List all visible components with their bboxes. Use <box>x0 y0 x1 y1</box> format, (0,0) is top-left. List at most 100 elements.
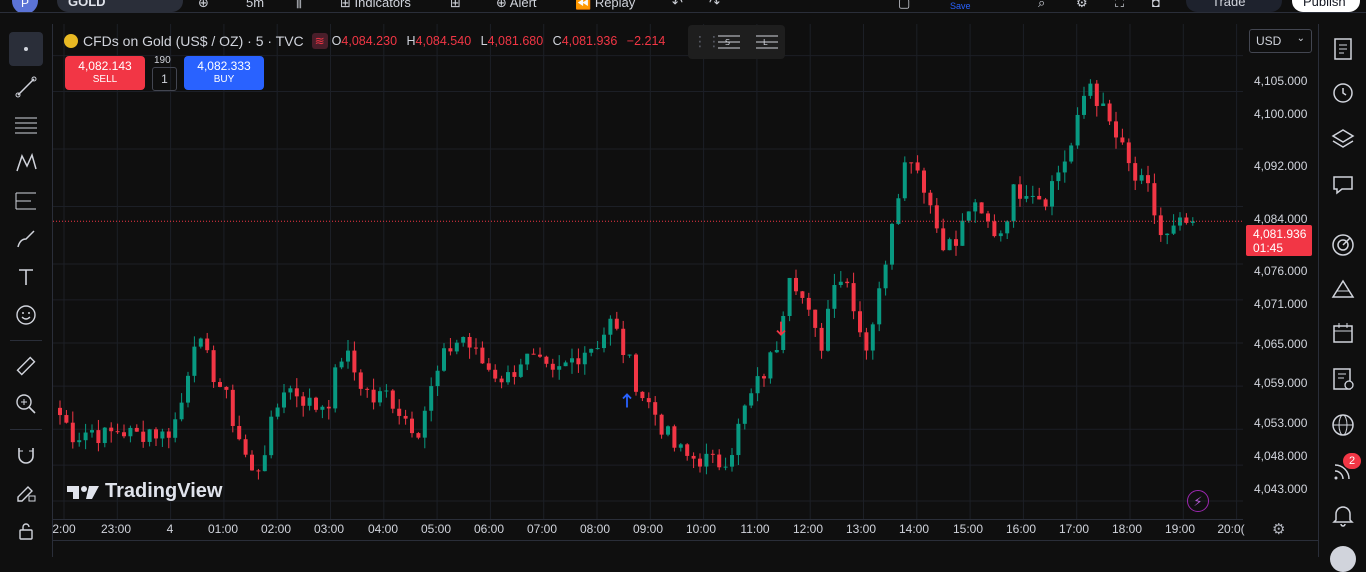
magnet-tool[interactable] <box>9 438 43 472</box>
redo-icon[interactable]: ↷ <box>709 0 720 11</box>
candle-body <box>250 454 254 471</box>
user-avatar[interactable]: P <box>12 0 38 12</box>
layers-icon[interactable] <box>1330 126 1356 152</box>
cursor-tool[interactable] <box>9 32 43 66</box>
text-tool[interactable] <box>9 260 43 294</box>
chart-pane[interactable] <box>53 24 1243 519</box>
stay-drawing-tool[interactable] <box>9 476 43 510</box>
lock-tool[interactable] <box>9 514 43 548</box>
undo-icon[interactable]: ↶ <box>672 0 683 11</box>
watchlist-icon[interactable] <box>1330 36 1356 62</box>
time-tick: 4 <box>166 522 174 536</box>
publish-button[interactable]: Publish <box>1292 0 1360 12</box>
time-tick: 04:00 <box>367 522 399 536</box>
candle-body <box>122 432 126 437</box>
screenshot-icon[interactable]: ◘ <box>1152 0 1160 10</box>
more-button[interactable] <box>1330 546 1356 572</box>
fib-tool[interactable] <box>9 108 43 142</box>
candle-body <box>1184 217 1189 223</box>
candlestick-chart[interactable] <box>53 24 1243 519</box>
fullscreen-icon[interactable]: ⛶ <box>1115 0 1124 11</box>
candle-body <box>1011 184 1016 222</box>
brush-tool[interactable] <box>9 222 43 256</box>
legend-title[interactable]: CFDs on Gold (US$ / OZ) · 5 · TVC <box>83 33 304 49</box>
candle-body <box>275 407 280 417</box>
buy-button[interactable]: 4,082.333 BUY <box>184 56 264 90</box>
zoom-tool[interactable] <box>9 387 43 421</box>
lines-settings-icon[interactable]: L <box>754 31 780 53</box>
floating-toolbar: ⋮⋮ S L <box>688 25 785 59</box>
candle-body <box>435 370 440 387</box>
measure-tool[interactable] <box>9 349 43 383</box>
settings-icon[interactable]: ⚙ <box>1076 0 1088 11</box>
candle-body <box>1158 215 1163 236</box>
candle-body <box>378 391 382 403</box>
emoji-tool[interactable] <box>9 298 43 332</box>
time-axis[interactable]: 2:00 23:00 4 01:00 02:00 03:00 04:00 05:00 06:00… <box>52 519 1245 540</box>
candle-body <box>1069 145 1074 162</box>
templates-icon[interactable]: ⊞ <box>450 0 461 11</box>
chart-type-icon[interactable]: ⫼ <box>296 0 302 11</box>
candle-body <box>467 336 472 348</box>
close-value: 4,081.936 <box>561 34 618 48</box>
session-settings-icon[interactable]: S <box>716 31 742 53</box>
candle-body <box>883 264 888 289</box>
svg-text:L: L <box>763 38 768 47</box>
time-tick: 01:00 <box>207 522 239 536</box>
quantity-field[interactable]: 1 <box>152 67 177 91</box>
candle-body <box>826 308 830 351</box>
text-icon <box>19 269 33 285</box>
candle-body <box>864 332 869 351</box>
time-tick: 08:00 <box>579 522 611 536</box>
alerts-clock-icon[interactable] <box>1330 80 1356 106</box>
news-icon[interactable] <box>1330 366 1356 392</box>
buy-signal-arrow-icon[interactable] <box>622 393 632 408</box>
candle-body <box>422 410 427 438</box>
candle-body <box>1165 233 1170 236</box>
indicators-button[interactable]: ⊞ Indicators <box>340 0 411 11</box>
symbol-search[interactable]: GOLD <box>57 0 183 12</box>
save-status[interactable]: Save <box>950 1 971 11</box>
price-axis[interactable]: 4,105.000 4,100.000 4,092.000 4,084.000 … <box>1243 24 1318 519</box>
pencil-lock-icon <box>17 486 36 502</box>
patterns-tool[interactable] <box>9 146 43 180</box>
notifications-bell-icon[interactable] <box>1330 502 1356 528</box>
candle-body <box>768 352 773 379</box>
candle-body <box>346 350 350 362</box>
lightning-icon[interactable]: ⚡ <box>1187 490 1209 512</box>
trend-line-tool[interactable] <box>9 70 43 104</box>
replay-button[interactable]: ⏪ Replay <box>575 0 635 11</box>
target-icon[interactable] <box>1330 232 1356 258</box>
ideas-icon[interactable] <box>1330 276 1356 302</box>
gold-symbol-icon <box>64 34 78 48</box>
calendar-icon[interactable] <box>1330 320 1356 346</box>
compare-symbol-icon[interactable]: ≋ <box>311 33 328 49</box>
candle-body <box>461 336 466 343</box>
currency-select[interactable]: USD ⌄ <box>1249 29 1312 53</box>
current-price: 4,081.936 <box>1253 227 1307 241</box>
globe-icon[interactable] <box>1330 412 1356 438</box>
sell-button[interactable]: 4,082.143 SELL <box>65 56 145 90</box>
candle-body <box>666 426 670 435</box>
candle-body <box>672 426 677 448</box>
ruler-icon <box>16 356 36 376</box>
axis-settings-icon[interactable]: ⚙ <box>1272 520 1285 538</box>
alert-button[interactable]: ⊕ Alert <box>496 0 537 11</box>
time-tick: 09:00 <box>632 522 664 536</box>
trade-button[interactable]: Trade <box>1186 0 1282 12</box>
candle-body <box>518 364 523 377</box>
candle-body <box>614 318 619 329</box>
compare-icon[interactable]: ⊕ <box>198 0 209 11</box>
prediction-tool[interactable] <box>9 184 43 218</box>
search-icon[interactable]: ⌕ <box>1038 0 1045 11</box>
interval-button[interactable]: 5m <box>246 0 264 10</box>
layout-icon[interactable]: ▢ <box>898 0 910 11</box>
candle-body <box>70 422 75 443</box>
candle-body <box>154 429 158 439</box>
time-tick: 23:00 <box>100 522 132 536</box>
candle-body <box>141 431 146 442</box>
candle-body <box>890 223 894 265</box>
open-key: O <box>331 34 342 48</box>
chat-icon[interactable] <box>1330 172 1356 198</box>
candle-body <box>1101 103 1106 106</box>
